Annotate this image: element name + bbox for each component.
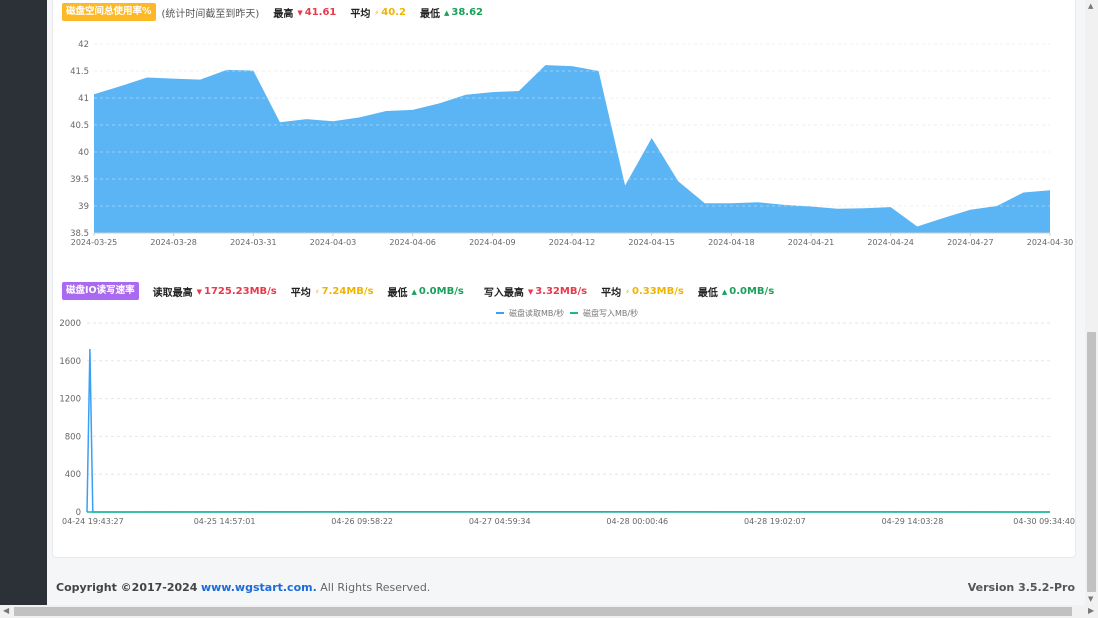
- disk-usage-avg-label: 平均: [350, 8, 371, 20]
- x-tick-label: 04-25 14:57:01: [194, 517, 256, 526]
- scroll-down-icon[interactable]: ▼: [1088, 595, 1093, 603]
- x-tick-label: 2024-04-09: [469, 238, 516, 247]
- copyright: Copyright ©2017-2024 www.wgstart.com. Al…: [56, 581, 430, 594]
- write-min-text: 0.0MB/s: [729, 285, 775, 297]
- y-tick-label: 39: [78, 202, 89, 212]
- disk-usage-chart: 4241.54140.54039.53938.52024-03-25 2024-0…: [70, 40, 1074, 247]
- up-arrow-icon: ▲: [721, 287, 728, 296]
- footer: Copyright ©2017-2024 www.wgstart.com. Al…: [47, 570, 1085, 605]
- up-arrow-icon: ▲: [443, 8, 450, 17]
- legend-label: 磁盘读取MB/秒: [509, 308, 564, 318]
- y-tick-label: 800: [65, 432, 81, 442]
- read-max-text: 1725.23MB/s: [204, 285, 277, 297]
- x-tick-label: 2024-04-12: [549, 238, 596, 247]
- y-tick-label: 400: [65, 470, 81, 480]
- site-link[interactable]: www.wgstart.com.: [201, 581, 317, 594]
- x-tick-label: 2024-04-30: [1027, 238, 1074, 247]
- horizontal-scrollbar-thumb[interactable]: [14, 607, 1072, 616]
- y-tick-label: 41.5: [70, 67, 89, 77]
- avg-icon: ⚡: [314, 287, 320, 296]
- read-max-label: 读取最高: [152, 287, 193, 299]
- y-tick-label: 1600: [59, 357, 81, 367]
- read-min-value: ▲ 0.0MB/s: [412, 286, 464, 297]
- down-arrow-icon: ▼: [297, 8, 303, 17]
- x-tick-label: 04-29 14:03:28: [882, 517, 944, 526]
- x-tick-label: 2024-03-28: [150, 238, 197, 247]
- min-value-text: 38.62: [451, 6, 484, 18]
- y-tick-label: 2000: [59, 319, 81, 329]
- scroll-up-icon[interactable]: ▲: [1088, 2, 1093, 10]
- version-label: Version 3.5.2-Pro: [967, 581, 1075, 594]
- disk-usage-stats: 磁盘空间总使用率% (统计时间截至到昨天) 最高 ▼ 41.61 平均 ⚡ 40.2…: [62, 3, 483, 21]
- y-tick-label: 1200: [59, 395, 81, 405]
- rights-text: All Rights Reserved.: [320, 581, 431, 594]
- read-avg-label: 平均: [290, 287, 311, 299]
- write-avg-label: 平均: [601, 287, 622, 299]
- disk-usage-tag: 磁盘空间总使用率%: [62, 3, 156, 21]
- write-avg-value: ⚡ 0.33MB/s: [625, 286, 684, 297]
- x-tick-label: 2024-04-06: [389, 238, 436, 247]
- x-tick-label: 2024-04-18: [708, 238, 755, 247]
- scroll-left-icon[interactable]: ◀: [3, 606, 9, 615]
- down-arrow-icon: ▼: [196, 287, 203, 296]
- copyright-text: Copyright ©2017-2024: [56, 581, 198, 594]
- max-value-text: 41.61: [304, 6, 337, 18]
- vertical-scrollbar-thumb[interactable]: [1087, 332, 1096, 592]
- write-min-label: 最低: [697, 287, 718, 299]
- disk-usage-avg-value: ⚡ 40.2: [374, 7, 406, 18]
- x-tick-label: 2024-04-24: [867, 238, 914, 247]
- disk-usage-area: [94, 65, 1050, 233]
- y-tick-label: 41: [78, 94, 89, 104]
- avg-value-text: 40.2: [381, 6, 406, 18]
- scroll-right-icon[interactable]: ▶: [1088, 606, 1094, 615]
- series-line: [86, 348, 1050, 513]
- up-arrow-icon: ▲: [411, 287, 417, 296]
- x-tick-label: 04-30 09:34:40: [1013, 517, 1075, 526]
- x-tick-label: 2024-04-15: [628, 238, 675, 247]
- read-avg-text: 7.24MB/s: [321, 285, 374, 297]
- x-tick-label: 04-28 00:00:46: [606, 517, 668, 526]
- y-tick-label: 42: [78, 40, 89, 50]
- y-tick-label: 39.5: [70, 175, 89, 185]
- disk-usage-note: (统计时间截至到昨天): [161, 8, 260, 20]
- disk-usage-max-label: 最高: [273, 8, 294, 20]
- x-tick-label: 2024-04-21: [788, 238, 835, 247]
- read-min-label: 最低: [387, 287, 408, 299]
- down-arrow-icon: ▼: [527, 287, 534, 296]
- x-tick-label: 04-26 09:58:22: [331, 517, 393, 526]
- disk-usage-min-value: ▲ 38.62: [444, 7, 483, 18]
- avg-icon: ⚡: [374, 8, 380, 17]
- disk-usage-max-value: ▼ 41.61: [297, 7, 336, 18]
- disk-usage-min-label: 最低: [419, 8, 440, 20]
- x-tick-label: 04-28 19:02:07: [744, 517, 806, 526]
- x-tick-label: 04-27 04:59:34: [469, 517, 531, 526]
- disk-io-chart: 2000160012008004000磁盘读取MB/秒 磁盘写入MB/秒04-24…: [59, 308, 1075, 526]
- x-tick-label: 2024-03-25: [71, 238, 118, 247]
- write-max-label: 写入最高: [483, 287, 524, 299]
- sidebar: [0, 0, 47, 605]
- read-max-value: ▼ 1725.23MB/s: [197, 286, 277, 297]
- write-avg-text: 0.33MB/s: [632, 285, 684, 297]
- x-tick-label: 2024-04-27: [947, 238, 994, 247]
- read-min-text: 0.0MB/s: [418, 285, 464, 297]
- legend-label: 磁盘写入MB/秒: [583, 308, 638, 318]
- avg-icon: ⚡: [625, 287, 630, 296]
- y-tick-label: 40.5: [70, 121, 89, 131]
- write-max-text: 3.32MB/s: [535, 285, 588, 297]
- y-tick-label: 40: [78, 148, 89, 158]
- disk-io-stats: 磁盘IO读写速率 读取最高 ▼ 1725.23MB/s 平均 ⚡ 7.24MB/s …: [62, 282, 774, 300]
- x-tick-label: 2024-04-03: [310, 238, 357, 247]
- disk-io-tag: 磁盘IO读写速率: [62, 282, 139, 300]
- read-avg-value: ⚡ 7.24MB/s: [315, 286, 374, 297]
- write-max-value: ▼ 3.32MB/s: [528, 286, 587, 297]
- x-tick-label: 2024-03-31: [230, 238, 276, 247]
- x-tick-label: 04-24 19:43:27: [62, 517, 124, 526]
- write-min-value: ▲ 0.0MB/s: [722, 286, 774, 297]
